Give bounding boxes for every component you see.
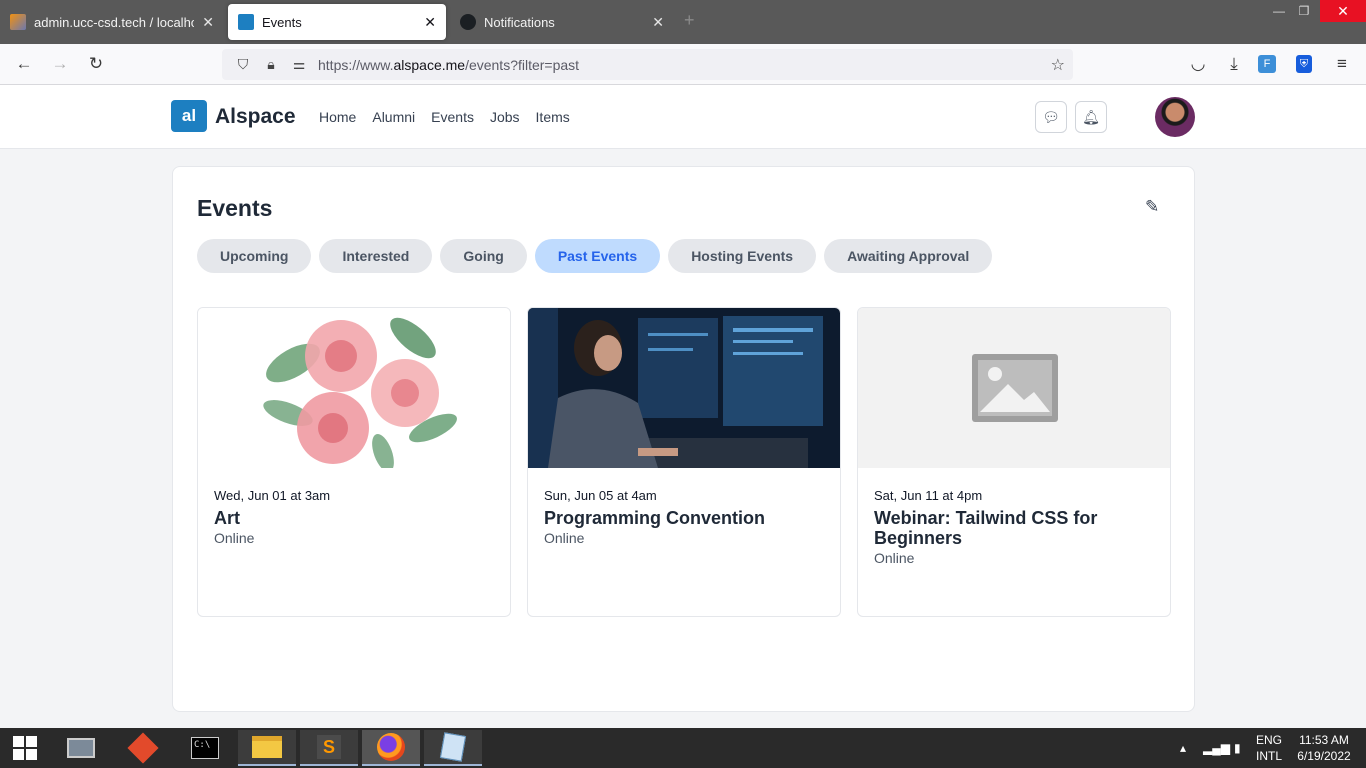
browser-tab-events[interactable]: Events ✕ xyxy=(228,4,446,40)
events-card: Events ✎ Upcoming Interested Going Past … xyxy=(172,166,1195,712)
logo-mark[interactable]: al xyxy=(171,100,207,132)
show-hidden-icons-icon[interactable]: ▴ xyxy=(1180,740,1186,756)
github-icon xyxy=(460,14,476,30)
event-date: Sun, Jun 05 at 4am xyxy=(544,488,657,503)
tab-title: Events xyxy=(262,14,302,30)
event-date: Wed, Jun 01 at 3am xyxy=(214,488,331,503)
taskbar: C:\ S ▴ ▂▄▆ ▮ ENG INTL 11:53 AM 6/19/202… xyxy=(0,728,1366,768)
url-path: /events?filter=past xyxy=(465,56,580,73)
notifications-button[interactable]: 🔔︎ xyxy=(1075,101,1107,133)
clock-date: 6/19/2022 xyxy=(1297,749,1351,763)
nav-alumni[interactable]: Alumni xyxy=(372,109,415,125)
close-tab-icon[interactable]: ✕ xyxy=(652,14,664,31)
tab-past-events[interactable]: Past Events xyxy=(534,239,661,273)
browser-navigation-bar: ← → ↻ ⛉ 🔒︎ ⚌ https://www. alspace.me/even… xyxy=(0,44,1366,85)
close-tab-icon[interactable]: ✕ xyxy=(424,14,436,31)
event-location: Online xyxy=(544,530,585,546)
alspace-favicon-icon xyxy=(238,14,254,30)
phpmyadmin-icon xyxy=(10,14,26,30)
download-icon[interactable]: ⤓ xyxy=(1222,52,1246,76)
battery-icon[interactable]: ▮ xyxy=(1234,740,1241,756)
extension-icon[interactable]: F xyxy=(1258,55,1276,73)
url-host: alspace.me xyxy=(393,56,466,73)
image-placeholder-icon xyxy=(858,308,1170,468)
site-header: al Alspace Home Alumni Events Jobs Items… xyxy=(0,85,1366,149)
reload-icon[interactable]: ↻ xyxy=(84,52,108,76)
desktop-icon[interactable] xyxy=(52,730,110,766)
event-card-tailwind-webinar[interactable]: Sat, Jun 11 at 4pm Webinar: Tailwind CSS… xyxy=(857,307,1171,617)
forward-icon[interactable]: → xyxy=(48,52,72,76)
windows-start-icon[interactable] xyxy=(0,730,50,766)
event-location: Online xyxy=(874,550,915,566)
menu-icon[interactable]: ≡ xyxy=(1330,52,1354,76)
event-card-programming-convention[interactable]: Sun, Jun 05 at 4am Programming Conventio… xyxy=(527,307,841,617)
address-bar[interactable]: ⛉ 🔒︎ ⚌ https://www. alspace.me/events?fil… xyxy=(222,49,1073,80)
chat-icon: 💬︎ xyxy=(1042,108,1060,125)
restore-icon[interactable]: ❐ xyxy=(1290,0,1318,22)
url-prefix: https://www. xyxy=(318,56,394,73)
event-name[interactable]: Art xyxy=(214,508,498,528)
event-date: Sat, Jun 11 at 4pm xyxy=(874,488,983,503)
minimize-icon[interactable]: — xyxy=(1265,0,1293,22)
event-location: Online xyxy=(214,530,255,546)
event-name[interactable]: Webinar: Tailwind CSS for Beginners xyxy=(874,508,1158,548)
permissions-icon[interactable]: ⚌ xyxy=(290,56,308,73)
event-image-roses xyxy=(198,308,510,468)
lock-icon[interactable]: 🔒︎ xyxy=(262,56,280,73)
nav-jobs[interactable]: Jobs xyxy=(490,109,520,125)
new-tab-icon[interactable]: + xyxy=(684,10,695,31)
file-explorer-icon[interactable] xyxy=(238,730,296,766)
event-filter-tabs: Upcoming Interested Going Past Events Ho… xyxy=(197,239,993,273)
close-tab-icon[interactable]: ✕ xyxy=(202,14,214,31)
nav-home[interactable]: Home xyxy=(319,109,356,125)
tab-interested[interactable]: Interested xyxy=(319,239,433,273)
nav-items[interactable]: Items xyxy=(536,109,570,125)
tab-awaiting-approval[interactable]: Awaiting Approval xyxy=(824,239,993,273)
tab-upcoming[interactable]: Upcoming xyxy=(197,239,312,273)
logo-text[interactable]: Alspace xyxy=(215,105,296,129)
language-indicator[interactable]: ENG INTL xyxy=(1256,732,1282,764)
tab-title: Notifications xyxy=(484,14,555,30)
event-card-art[interactable]: Wed, Jun 01 at 3am Art Online xyxy=(197,307,511,617)
window-close-icon[interactable]: ✕ xyxy=(1320,0,1366,22)
firefox-icon[interactable] xyxy=(362,730,420,766)
language-code: ENG xyxy=(1256,733,1283,747)
page-title: Events xyxy=(197,195,273,221)
tab-hosting-events[interactable]: Hosting Events xyxy=(668,239,817,273)
shield-icon[interactable]: ⛉ xyxy=(234,56,252,73)
tab-going[interactable]: Going xyxy=(440,239,527,273)
browser-tab-notifications[interactable]: Notifications ✕ xyxy=(450,4,674,40)
notepad-icon[interactable] xyxy=(424,730,482,766)
main-nav: Home Alumni Events Jobs Items xyxy=(319,109,586,125)
tab-title: admin.ucc-csd.tech / localhost xyxy=(34,14,195,30)
back-icon[interactable]: ← xyxy=(12,52,36,76)
keyboard-layout: INTL xyxy=(1256,749,1283,763)
event-name[interactable]: Programming Convention xyxy=(544,508,828,528)
edit-pencil-icon[interactable]: ✎ xyxy=(1145,197,1159,217)
sublime-text-icon[interactable]: S xyxy=(300,730,358,766)
pocket-icon[interactable]: ◡ xyxy=(1186,52,1210,76)
browser-tab-admin[interactable]: admin.ucc-csd.tech / localhost ✕ xyxy=(0,4,224,40)
bell-icon: 🔔︎ xyxy=(1082,108,1100,125)
clock[interactable]: 11:53 AM 6/19/2022 xyxy=(1294,732,1354,764)
avatar[interactable] xyxy=(1155,97,1195,137)
clock-time: 11:53 AM xyxy=(1299,733,1349,747)
nav-events[interactable]: Events xyxy=(431,109,474,125)
browser-tab-strip: admin.ucc-csd.tech / localhost ✕ Events … xyxy=(0,0,1366,44)
event-image-programmer xyxy=(528,308,840,468)
network-icon[interactable]: ▂▄▆ xyxy=(1203,740,1230,756)
messages-button[interactable]: 💬︎ xyxy=(1035,101,1067,133)
bitwarden-icon[interactable]: ⛨ xyxy=(1296,55,1312,73)
terminal-icon[interactable]: C:\ xyxy=(176,730,234,766)
bookmark-star-icon[interactable]: ☆ xyxy=(1051,55,1065,75)
git-icon[interactable] xyxy=(114,730,172,766)
